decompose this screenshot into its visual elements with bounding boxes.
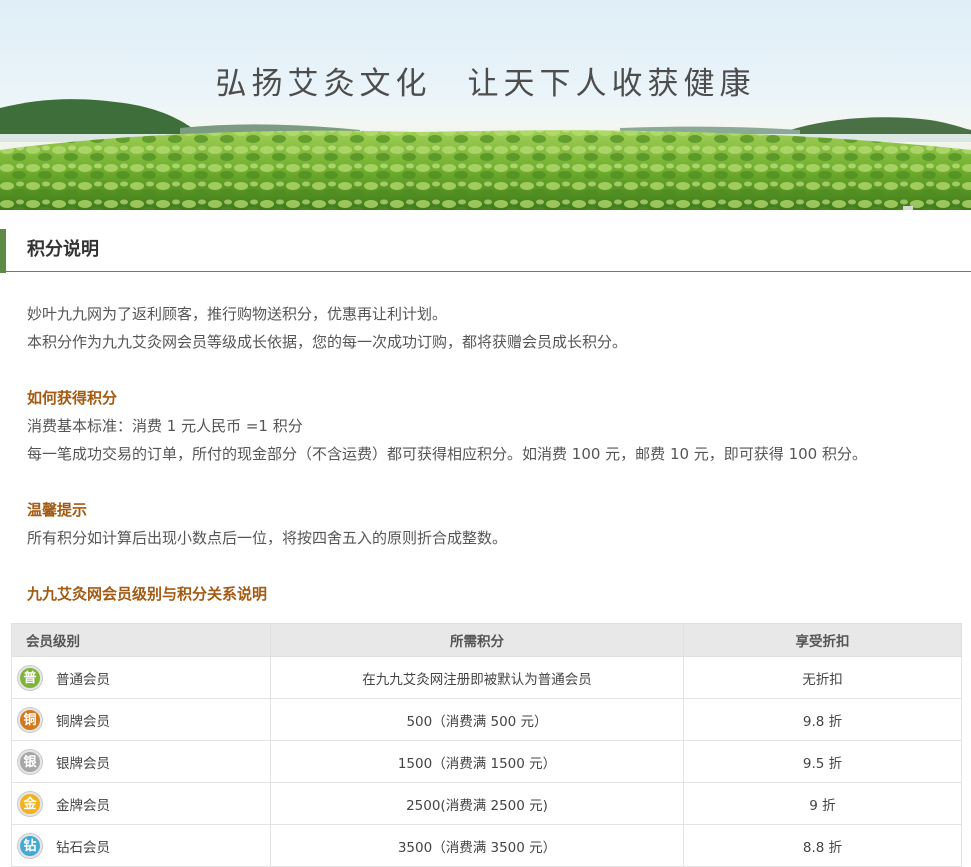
level-name: 银牌会员	[56, 755, 110, 772]
section-title: 积分说明	[27, 239, 99, 260]
how-to-earn-line-1: 消费基本标准：消费 1 元人民币 =1 积分	[27, 417, 303, 435]
level-badge-icon: 金	[18, 791, 42, 816]
mugwort-field-image	[0, 99, 971, 210]
member-level-table: 会员级别 所需积分 享受折扣 普普通会员 在九九艾灸网注册即被默认为普通会员 无折扣…	[11, 623, 962, 867]
level-name: 铜牌会员	[56, 713, 110, 730]
discount-cell: 无折扣	[683, 656, 962, 699]
section-header: 积分说明	[0, 229, 971, 273]
points-cell: 在九九艾灸网注册即被默认为普通会员	[270, 656, 684, 699]
table-header-row: 会员级别 所需积分 享受折扣	[11, 623, 962, 657]
table-row: 银银牌会员 1500（消费满 1500 元） 9.5 折	[11, 740, 962, 783]
intro-line-2: 本积分作为九九艾灸网会员等级成长依据，您的每一次成功订购，都将获赠会员成长积分。	[27, 333, 628, 351]
section-accent-bar	[0, 229, 6, 273]
level-name: 金牌会员	[56, 797, 110, 814]
level-badge-icon: 铜	[18, 707, 42, 732]
banner-slogan: 弘扬艾灸文化 让天下人收获健康	[215, 66, 756, 102]
points-cell: 1500（消费满 1500 元）	[270, 740, 684, 783]
discount-cell: 8.8 折	[683, 824, 962, 867]
table-row: 钻钻石会员 3500（消费满 3500 元） 8.8 折	[11, 824, 962, 867]
tips-heading: 温馨提示	[27, 501, 88, 519]
discount-cell: 9 折	[683, 782, 962, 825]
points-cell: 500（消费满 500 元）	[270, 698, 684, 741]
discount-cell: 9.8 折	[683, 698, 962, 741]
level-badge-icon: 银	[18, 749, 42, 774]
level-name: 钻石会员	[56, 839, 110, 856]
intro-line-1: 妙叶九九网为了返利顾客，推行购物送积分，优惠再让利计划。	[27, 305, 448, 323]
table-row: 金金牌会员 2500(消费满 2500 元) 9 折	[11, 782, 962, 825]
level-name: 普通会员	[56, 671, 110, 688]
table-row: 铜铜牌会员 500（消费满 500 元） 9.8 折	[11, 698, 962, 741]
discount-cell: 9.5 折	[683, 740, 962, 783]
how-to-earn-heading: 如何获得积分	[27, 389, 118, 407]
level-badge-icon: 钻	[18, 833, 42, 858]
header-points: 所需积分	[270, 623, 684, 657]
level-cell: 普普通会员	[11, 656, 271, 699]
header-level: 会员级别	[11, 623, 271, 657]
level-cell: 钻钻石会员	[11, 824, 271, 867]
level-badge-icon: 普	[18, 665, 42, 690]
relation-heading: 九九艾灸网会员级别与积分关系说明	[27, 585, 268, 603]
points-cell: 2500(消费满 2500 元)	[270, 782, 684, 825]
how-to-earn-line-2: 每一笔成功交易的订单，所付的现金部分（不含运费）都可获得相应积分。如消费 100…	[27, 445, 867, 463]
header-discount: 享受折扣	[683, 623, 962, 657]
table-row: 普普通会员 在九九艾灸网注册即被默认为普通会员 无折扣	[11, 656, 962, 699]
level-cell: 金金牌会员	[11, 782, 271, 825]
hero-banner: 弘扬艾灸文化 让天下人收获健康	[0, 0, 971, 210]
points-cell: 3500（消费满 3500 元）	[270, 824, 684, 867]
level-cell: 银银牌会员	[11, 740, 271, 783]
tips-line-1: 所有积分如计算后出现小数点后一位，将按四舍五入的原则折合成整数。	[27, 529, 508, 547]
level-cell: 铜铜牌会员	[11, 698, 271, 741]
